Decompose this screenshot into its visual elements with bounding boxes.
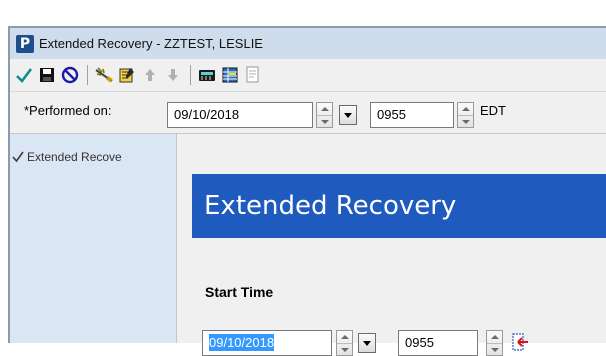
spin-down-icon[interactable] (458, 115, 473, 128)
chevron-down-icon (344, 112, 352, 118)
arrow-up-icon[interactable] (140, 65, 160, 85)
note-icon[interactable] (117, 65, 137, 85)
clear-time-icon[interactable] (510, 332, 530, 352)
toolbar-separator (87, 65, 88, 85)
start-time-input[interactable]: 0955 (398, 330, 478, 356)
save-icon[interactable] (37, 65, 57, 85)
spin-up-icon[interactable] (317, 103, 332, 115)
performed-time-input[interactable]: 0955 (370, 102, 454, 128)
check-icon (12, 151, 24, 163)
start-time-spinner[interactable] (486, 330, 503, 356)
sidebar-item-label: Extended Recove (27, 150, 122, 164)
modify-icon[interactable] (94, 65, 114, 85)
spin-up-icon[interactable] (487, 331, 502, 343)
toolbar-separator (190, 65, 191, 85)
sign-icon[interactable] (14, 65, 34, 85)
start-time-heading: Start Time (205, 284, 274, 300)
form-banner-title: Extended Recovery (192, 174, 606, 238)
performed-on-row: *Performed on: 09/10/2018 0955 EDT (10, 93, 606, 134)
form-content: Extended Recovery Start Time 09/10/2018 … (192, 174, 606, 356)
toolbar (10, 59, 606, 92)
title-bar[interactable]: P Extended Recovery - ZZTEST, LESLIE (10, 28, 606, 59)
calculator-icon[interactable] (197, 65, 217, 85)
arrow-down-icon[interactable] (163, 65, 183, 85)
window-title: Extended Recovery - ZZTEST, LESLIE (39, 36, 263, 51)
spin-up-icon[interactable] (337, 331, 352, 343)
performed-date-input[interactable]: 09/10/2018 (167, 102, 313, 128)
spin-down-icon[interactable] (337, 343, 352, 356)
start-date-dropdown-button[interactable] (358, 333, 376, 353)
start-date-input[interactable]: 09/10/2018 (202, 330, 332, 356)
app-logo-icon: P (16, 34, 34, 53)
performed-date-dropdown-button[interactable] (339, 105, 357, 125)
spin-down-icon[interactable] (487, 343, 502, 356)
section-navigation: Extended Recove (10, 134, 177, 343)
timezone-label: EDT (480, 103, 506, 118)
document-icon[interactable] (243, 65, 263, 85)
performed-on-label: *Performed on: (24, 103, 112, 118)
spin-down-icon[interactable] (317, 115, 332, 128)
spin-up-icon[interactable] (458, 103, 473, 115)
sidebar-item-extended-recovery[interactable]: Extended Recove (10, 148, 176, 166)
performed-time-spinner[interactable] (457, 102, 474, 128)
cancel-icon[interactable] (60, 65, 80, 85)
performed-date-spinner[interactable] (316, 102, 333, 128)
flowsheet-icon[interactable] (220, 65, 240, 85)
chevron-down-icon (363, 340, 371, 346)
start-date-spinner[interactable] (336, 330, 353, 356)
application-window: P Extended Recovery - ZZTEST, LESLIE *Pe… (8, 26, 606, 356)
